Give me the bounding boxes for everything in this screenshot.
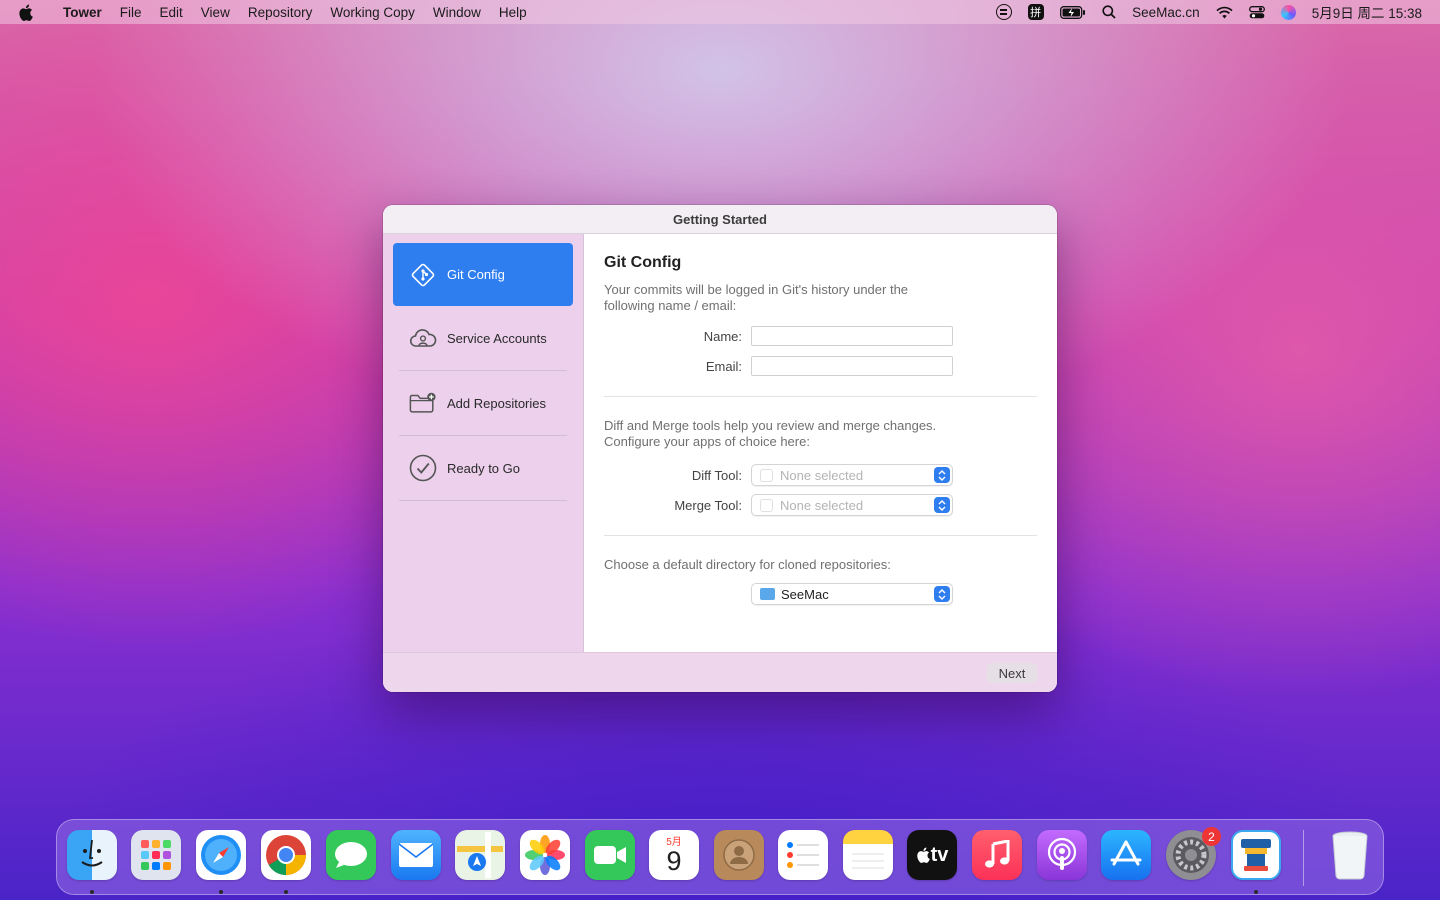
sidebar-item-add-repositories[interactable]: Add Repositories xyxy=(393,371,573,435)
launchpad-icon[interactable] xyxy=(131,830,181,880)
page-title: Git Config xyxy=(604,254,682,271)
diff-tool-value: None selected xyxy=(780,467,864,483)
menu-edit[interactable]: Edit xyxy=(151,0,192,24)
chevron-updown-icon xyxy=(934,586,950,602)
apple-tv-icon[interactable]: tv xyxy=(907,830,957,880)
trash-icon[interactable] xyxy=(1325,830,1375,880)
app-placeholder-icon xyxy=(760,468,773,482)
name-label: Name: xyxy=(703,328,742,344)
menu-window[interactable]: Window xyxy=(424,0,490,24)
photos-icon[interactable] xyxy=(520,830,570,880)
diff-tool-popup[interactable]: None selected xyxy=(751,464,953,486)
chrome-icon[interactable] xyxy=(261,830,311,880)
sidebar-item-label: Ready to Go xyxy=(447,460,520,476)
email-field[interactable] xyxy=(751,356,953,376)
section-divider xyxy=(604,535,1037,536)
menu-view[interactable]: View xyxy=(192,0,239,24)
sidebar-item-git-config[interactable]: Git Config xyxy=(393,243,573,306)
spotlight-search-icon[interactable] xyxy=(1094,0,1124,24)
folder-add-icon xyxy=(409,389,437,417)
menu-bar: Tower File Edit View Repository Working … xyxy=(0,0,1440,24)
tower-icon[interactable] xyxy=(1231,830,1281,880)
site-label: SeeMac.cn xyxy=(1132,4,1200,20)
git-diamond-icon xyxy=(409,261,437,289)
control-center-icon[interactable] xyxy=(1241,0,1273,24)
app-store-icon[interactable] xyxy=(1101,830,1151,880)
git-config-panel: Git Config Your commits will be logged i… xyxy=(584,234,1057,652)
chevron-updown-icon xyxy=(934,467,950,483)
dock-divider xyxy=(1303,830,1304,886)
safari-icon[interactable] xyxy=(196,830,246,880)
podcasts-icon[interactable] xyxy=(1037,830,1087,880)
running-indicator xyxy=(90,890,94,894)
wifi-icon[interactable] xyxy=(1208,0,1241,24)
running-indicator xyxy=(284,890,288,894)
next-button[interactable]: Next xyxy=(987,663,1037,683)
menu-working-copy[interactable]: Working Copy xyxy=(321,0,424,24)
status-app-icon[interactable] xyxy=(988,0,1020,24)
sidebar-item-label: Add Repositories xyxy=(447,395,546,411)
sidebar-divider xyxy=(399,500,567,501)
facetime-icon[interactable] xyxy=(585,830,635,880)
cloud-user-icon xyxy=(409,324,437,352)
apple-menu-icon[interactable] xyxy=(18,3,36,21)
directory-description: Choose a default directory for cloned re… xyxy=(604,557,891,572)
maps-icon[interactable] xyxy=(455,830,505,880)
reminders-icon[interactable] xyxy=(778,830,828,880)
window-title: Getting Started xyxy=(383,205,1057,234)
sidebar: Git Config Service Accounts Add Reposito… xyxy=(383,234,584,652)
messages-icon[interactable] xyxy=(326,830,376,880)
menubar-clock[interactable]: 5月9日 周二 15:38 xyxy=(1304,0,1440,24)
name-field[interactable] xyxy=(751,326,953,346)
notes-icon[interactable] xyxy=(843,830,893,880)
sidebar-item-ready-to-go[interactable]: Ready to Go xyxy=(393,436,573,500)
calendar-icon[interactable]: 5月 9 xyxy=(649,830,699,880)
getting-started-window: Getting Started Git Config Service Accou… xyxy=(383,205,1057,692)
diff-tool-label: Diff Tool: xyxy=(691,467,742,483)
clone-directory-value: SeeMac xyxy=(781,586,829,602)
merge-tool-label: Merge Tool: xyxy=(674,497,742,513)
email-label: Email: xyxy=(705,358,742,374)
clone-directory-popup[interactable]: SeeMac xyxy=(751,583,953,605)
chevron-updown-icon xyxy=(934,497,950,513)
section-divider xyxy=(604,396,1037,397)
contacts-icon[interactable] xyxy=(714,830,764,880)
music-icon[interactable] xyxy=(972,830,1022,880)
running-indicator xyxy=(219,890,223,894)
running-indicator xyxy=(1254,890,1258,894)
menu-repository[interactable]: Repository xyxy=(239,0,322,24)
window-footer: Next xyxy=(383,652,1057,692)
merge-tool-value: None selected xyxy=(780,497,864,513)
apple-tv-label: tv xyxy=(930,843,949,866)
battery-icon[interactable] xyxy=(1052,0,1094,24)
folder-icon xyxy=(760,588,775,600)
app-placeholder-icon xyxy=(760,498,773,512)
notification-badge: 2 xyxy=(1202,827,1221,846)
mail-icon[interactable] xyxy=(391,830,441,880)
sidebar-item-label: Git Config xyxy=(447,267,505,282)
identity-description: Your commits will be logged in Git's his… xyxy=(604,282,909,313)
sidebar-item-service-accounts[interactable]: Service Accounts xyxy=(393,306,573,370)
sidebar-item-label: Service Accounts xyxy=(447,330,547,346)
menu-help[interactable]: Help xyxy=(490,0,536,24)
input-method-icon[interactable]: 拼 xyxy=(1020,0,1052,24)
checkmark-circle-icon xyxy=(409,454,437,482)
menu-file[interactable]: File xyxy=(111,0,151,24)
merge-tool-popup[interactable]: None selected xyxy=(751,494,953,516)
dock: 5月 9 tv 2 xyxy=(56,819,1384,895)
calendar-day: 9 xyxy=(666,846,682,876)
finder-icon[interactable] xyxy=(67,830,117,880)
tools-description: Diff and Merge tools help you review and… xyxy=(604,418,937,449)
menu-app-name[interactable]: Tower xyxy=(54,0,111,24)
siri-icon[interactable] xyxy=(1273,0,1304,24)
